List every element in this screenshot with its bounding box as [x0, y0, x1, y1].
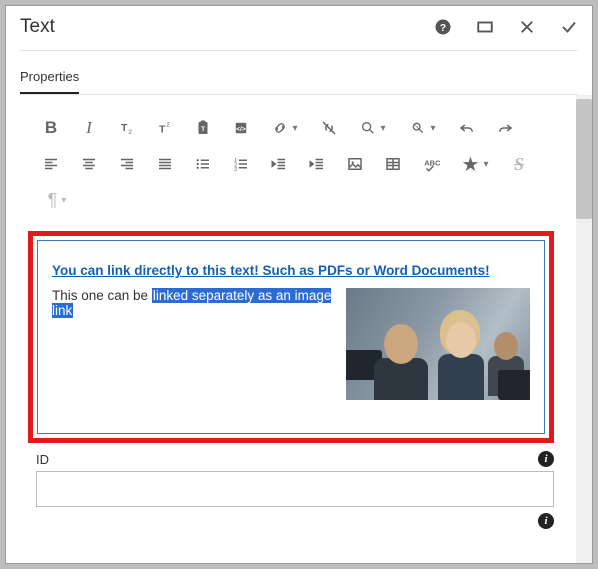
svg-text:T: T [159, 124, 166, 136]
italic-button[interactable]: I [72, 113, 106, 143]
spellcheck-button[interactable]: ABC [414, 149, 448, 179]
indent-button[interactable] [300, 149, 334, 179]
id-label: ID [36, 452, 49, 467]
id-input[interactable] [36, 471, 554, 507]
editor-line2-wrap: This one can be linked separately as an … [52, 288, 344, 318]
svg-text:T: T [121, 122, 128, 134]
editor-highlight-frame: You can link directly to this text! Such… [28, 231, 554, 443]
bold-button[interactable]: B [34, 113, 68, 143]
svg-text:</>: </> [236, 126, 246, 133]
align-left-button[interactable] [34, 149, 68, 179]
image-button[interactable] [338, 149, 372, 179]
unlink-button[interactable] [312, 113, 346, 143]
editor-line2: This one can be linked separately as an … [52, 288, 530, 400]
anchor-button[interactable]: ▾ [400, 113, 446, 143]
undo-button[interactable] [450, 113, 484, 143]
editor-line2-prefix: This one can be [52, 288, 152, 303]
editor-image[interactable] [346, 288, 530, 400]
paste-text-button[interactable]: T [186, 113, 220, 143]
svg-text:3: 3 [234, 167, 237, 173]
id-label-row: ID i [36, 451, 554, 467]
info-icon[interactable]: i [538, 513, 554, 529]
svg-text:2: 2 [167, 123, 171, 129]
scrollbar-thumb[interactable] [576, 99, 592, 219]
tab-properties[interactable]: Properties [20, 65, 79, 94]
paste-word-button[interactable]: </> [224, 113, 258, 143]
body: B I T2 T2 T </> ▾ ▾ ▾ 123 [6, 95, 592, 563]
superscript-button[interactable]: T2 [148, 113, 182, 143]
scrollbar[interactable] [576, 95, 592, 563]
bullet-list-button[interactable] [186, 149, 220, 179]
svg-text:ABC: ABC [424, 159, 440, 168]
special-char-button[interactable]: ★▾ [452, 149, 498, 179]
dialog-title: Text [20, 16, 434, 38]
table-button[interactable] [376, 149, 410, 179]
id-field-row: ID i [36, 451, 554, 507]
text-editor-dialog: Text ? Properties B I T2 T2 [5, 5, 593, 564]
strikethrough-button[interactable]: S [502, 149, 536, 179]
help-icon[interactable]: ? [434, 18, 452, 36]
subscript-button[interactable]: T2 [110, 113, 144, 143]
tabstrip: Properties [6, 51, 592, 94]
find-button[interactable]: ▾ [350, 113, 396, 143]
redo-button[interactable] [488, 113, 522, 143]
editor-column: B I T2 T2 T </> ▾ ▾ ▾ 123 [20, 95, 576, 563]
confirm-icon[interactable] [560, 18, 578, 36]
align-justify-button[interactable] [148, 149, 182, 179]
link-button[interactable]: ▾ [262, 113, 308, 143]
align-right-button[interactable] [110, 149, 144, 179]
outdent-button[interactable] [262, 149, 296, 179]
svg-text:?: ? [440, 22, 446, 34]
align-center-button[interactable] [72, 149, 106, 179]
titlebar: Text ? [6, 6, 592, 44]
fullscreen-icon[interactable] [476, 18, 494, 36]
svg-text:2: 2 [129, 130, 133, 136]
bottom-info-row: i [36, 513, 554, 529]
rte-toolbar: B I T2 T2 T </> ▾ ▾ ▾ 123 [20, 109, 576, 225]
number-list-button[interactable]: 123 [224, 149, 258, 179]
paragraph-button[interactable]: ¶▾ [34, 185, 80, 215]
rte-editor[interactable]: You can link directly to this text! Such… [37, 240, 545, 434]
editor-link-line1[interactable]: You can link directly to this text! Such… [52, 263, 490, 278]
titlebar-actions: ? [434, 18, 578, 36]
close-icon[interactable] [518, 18, 536, 36]
info-icon[interactable]: i [538, 451, 554, 467]
